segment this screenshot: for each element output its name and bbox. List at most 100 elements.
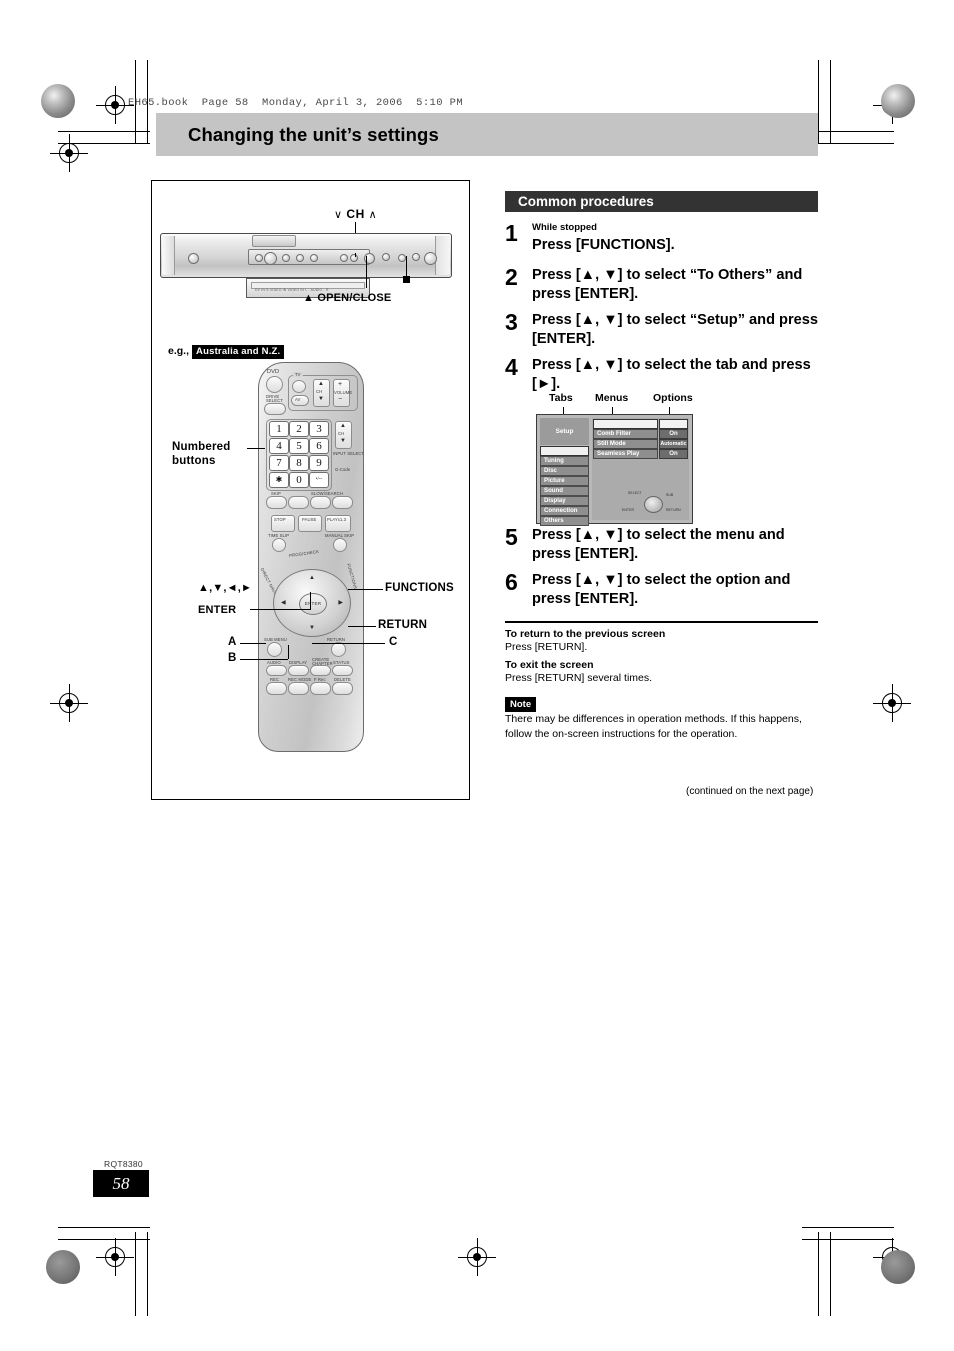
- callout-leader-line: [288, 645, 289, 659]
- crop-mark-line: [830, 60, 831, 144]
- remote-dvd-label: DVD: [267, 369, 280, 375]
- key-star[interactable]: ✱: [269, 472, 289, 488]
- return-body: Press [RETURN].: [505, 641, 588, 653]
- eg-prefix: e.g.,: [168, 345, 190, 357]
- osd-tab-tuning[interactable]: Tuning: [540, 456, 589, 466]
- osd-option-value[interactable]: [659, 419, 688, 429]
- key-2[interactable]: 2: [289, 421, 309, 437]
- direction-pad[interactable]: ▲ ▼ ◀ ▶ ENTER: [273, 569, 351, 637]
- color-dot-mark: [41, 84, 75, 118]
- osd-tab-display[interactable]: Display: [540, 496, 589, 506]
- page-number: 58: [112, 1174, 130, 1193]
- rec-button[interactable]: [266, 682, 287, 695]
- key-7[interactable]: 7: [269, 455, 289, 471]
- key-3[interactable]: 3: [309, 421, 329, 437]
- note-badge: Note: [505, 697, 537, 712]
- step-text: Press [FUNCTIONS].: [532, 236, 675, 253]
- registration-mark: [873, 684, 911, 722]
- remote-ch-label-2: CH: [338, 431, 345, 436]
- step-text: Press [▲, ▼] to select “To Others” and p…: [532, 267, 803, 303]
- button-status[interactable]: [332, 665, 353, 676]
- step-text: Press [▲, ▼] to select “Setup” and press…: [532, 312, 818, 348]
- osd-button-guide: SELECT SUB ENTER RETURN: [622, 490, 686, 516]
- remote-volume-label: VOLUME: [334, 390, 353, 395]
- power-button[interactable]: [266, 376, 283, 393]
- page-number-box: 58: [93, 1170, 149, 1197]
- osd-guide-return: RETURN: [666, 508, 681, 512]
- button-b[interactable]: [288, 665, 309, 676]
- button-b-callout: B: [228, 652, 237, 664]
- crop-mark-line: [802, 1239, 894, 1240]
- return-heading: To return to the previous screen: [505, 628, 666, 640]
- eg-region-badge: Australia and N.Z.: [192, 345, 285, 359]
- ch-down-caret: ∨: [334, 209, 343, 221]
- osd-figure: Tabs Menus Options Setup Tuning Disc Pic…: [531, 392, 761, 528]
- osd-option-value[interactable]: Automatic: [659, 439, 688, 449]
- functions-label: FUNCTIONS: [346, 563, 359, 590]
- delete-button[interactable]: [332, 682, 353, 695]
- crop-mark-line: [818, 1232, 819, 1316]
- key-cancel[interactable]: •/--: [309, 472, 329, 488]
- sub-menu-button[interactable]: [267, 642, 282, 657]
- remote-tv-label: TV: [293, 372, 303, 377]
- return-callout: RETURN: [378, 619, 428, 631]
- prog-check-label: PROG/CHECK: [288, 548, 320, 559]
- section-divider: [505, 621, 818, 623]
- key-9[interactable]: 9: [309, 455, 329, 471]
- return-button[interactable]: [331, 642, 346, 657]
- remote-control-illustration: DVD TV AV ▲ CH ▼ + VOLUME − DRIVE SELECT…: [258, 362, 364, 752]
- search-back-button[interactable]: [310, 496, 331, 509]
- g-code-label: G-Code: [335, 467, 351, 472]
- crop-mark-line: [830, 1232, 831, 1316]
- crop-mark-line: [802, 1227, 894, 1228]
- skip-back-button[interactable]: [266, 496, 287, 509]
- osd-option-value[interactable]: On: [659, 429, 688, 439]
- enter-callout: ENTER: [198, 604, 237, 616]
- time-slip-button[interactable]: [272, 538, 286, 552]
- step-number: 1: [505, 220, 518, 246]
- osd-tab-0[interactable]: [540, 446, 589, 456]
- key-1[interactable]: 1: [269, 421, 289, 437]
- osd-tab-others[interactable]: Others: [540, 516, 589, 526]
- osd-tab-disc[interactable]: Disc: [540, 466, 589, 476]
- osd-tab-sound[interactable]: Sound: [540, 486, 589, 496]
- osd-label-tabs: Tabs: [549, 392, 573, 404]
- osd-option-value[interactable]: On: [659, 449, 688, 459]
- enter-button[interactable]: ENTER: [299, 593, 327, 615]
- key-8[interactable]: 8: [289, 455, 309, 471]
- drive-select-button[interactable]: [264, 403, 286, 415]
- button-a[interactable]: [266, 665, 287, 676]
- callout-leader-line: [312, 643, 385, 644]
- drive-select-label-2: SELECT: [266, 398, 283, 403]
- osd-menu-name[interactable]: Still Mode: [593, 439, 658, 449]
- osd-menu-name[interactable]: Seamless Play: [593, 449, 658, 459]
- registration-mark: [96, 1238, 134, 1276]
- ch-button-label: ∨ CH ∧: [334, 207, 377, 221]
- callout-leader-line: [348, 626, 376, 627]
- crop-mark-line: [818, 60, 819, 144]
- registration-mark: [96, 86, 134, 124]
- key-6[interactable]: 6: [309, 438, 329, 454]
- crop-mark-line: [135, 1232, 136, 1316]
- osd-tab-connection[interactable]: Connection: [540, 506, 589, 516]
- rec-mode-button[interactable]: [288, 682, 309, 695]
- ch-up-caret: ∧: [368, 209, 378, 221]
- osd-menu-name[interactable]: Comb Filter: [593, 429, 658, 439]
- key-5[interactable]: 5: [289, 438, 309, 454]
- button-c[interactable]: [310, 665, 331, 676]
- search-fwd-button[interactable]: [332, 496, 353, 509]
- skip-fwd-button[interactable]: [288, 496, 309, 509]
- key-0[interactable]: 0: [289, 472, 309, 488]
- front-panel-illustration: DV IN S-VIDEO IN VIDEO IN L - AUDIO - R: [160, 233, 452, 298]
- key-4[interactable]: 4: [269, 438, 289, 454]
- callout-leader-line: [247, 448, 265, 449]
- functions-callout: FUNCTIONS: [385, 582, 454, 594]
- crop-mark-line: [147, 1232, 148, 1316]
- osd-menu-name[interactable]: [593, 419, 658, 429]
- osd-tab-picture[interactable]: Picture: [540, 476, 589, 486]
- stop-label: STOP: [274, 517, 286, 522]
- manual-skip-button[interactable]: [333, 538, 347, 552]
- f-rec-button[interactable]: [310, 682, 331, 695]
- registration-mark: [50, 134, 88, 172]
- tv-power-button[interactable]: [292, 380, 306, 393]
